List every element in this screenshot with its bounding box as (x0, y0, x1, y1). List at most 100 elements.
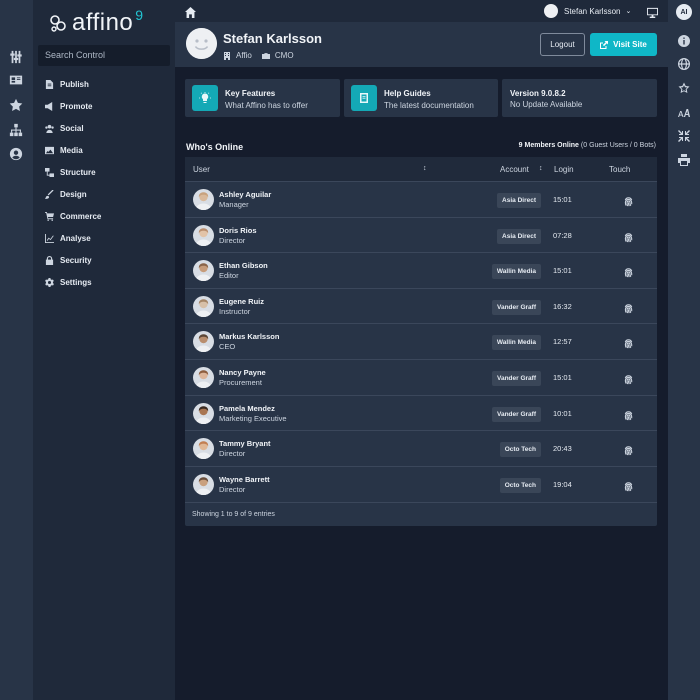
left-icon-rail (0, 0, 33, 700)
sort-icon[interactable]: ↕ (423, 165, 427, 172)
user-name: Pamela Mendez (219, 403, 275, 413)
user-role: Director (219, 484, 246, 494)
lightbulb-icon (192, 85, 218, 111)
sidebar-item-structure[interactable]: Structure (33, 161, 175, 183)
account-badge[interactable]: Asia Direct (497, 228, 541, 244)
fingerprint-icon[interactable] (623, 194, 634, 207)
sidebar-item-analyse[interactable]: Analyse (33, 227, 175, 249)
monitor-icon[interactable] (647, 5, 658, 19)
help-guides-card[interactable]: Help Guides The latest documentation (344, 79, 498, 117)
fingerprint-icon[interactable] (623, 372, 634, 385)
fingerprint-icon[interactable] (623, 443, 634, 456)
table-row[interactable]: Tammy Bryant Director Octo Tech 20:43 (185, 430, 657, 466)
sliders-icon[interactable] (8, 49, 24, 65)
sitemap-icon[interactable] (8, 122, 24, 138)
sidebar-item-commerce[interactable]: Commerce (33, 205, 175, 227)
fingerprint-icon[interactable] (623, 301, 634, 314)
briefcase-icon (261, 52, 270, 60)
sidebar-item-settings[interactable]: Settings (33, 271, 175, 293)
structure-icon (44, 167, 54, 177)
table-row[interactable]: Pamela Mendez Marketing Executive Vander G… (185, 394, 657, 431)
logo-mark-icon (50, 15, 66, 32)
book-icon (351, 85, 377, 111)
account-badge[interactable]: Vander Graff (491, 299, 541, 315)
text-size-icon[interactable] (677, 106, 691, 120)
user-circle-icon[interactable] (8, 146, 24, 162)
user-name: Eugene Ruiz (219, 296, 265, 306)
logo-text: affino (72, 9, 134, 36)
profile-role: CMO (274, 51, 294, 60)
user-role: Editor (219, 271, 239, 281)
table-row[interactable]: Ethan Gibson Editor Wallin Media 15:01 (185, 252, 657, 288)
table-row[interactable]: Wayne Barrett Director Octo Tech 19:04 (185, 465, 657, 502)
star-outline-icon[interactable] (677, 81, 691, 95)
user-name: Markus Karlsson (219, 332, 280, 342)
avatar (193, 260, 214, 282)
account-badge[interactable]: Vander Graff (491, 406, 541, 422)
sidebar-item-label: Design (60, 189, 87, 199)
fingerprint-icon[interactable] (623, 265, 634, 278)
user-name: Ashley Aguilar (219, 190, 272, 199)
table-row[interactable]: Nancy Payne Procurement Vander Graff 15:01 (185, 359, 657, 395)
account-badge[interactable]: Vander Graff (491, 371, 541, 386)
user-role: Procurement (219, 378, 262, 387)
sidebar-item-media[interactable]: Media (33, 139, 175, 161)
info-icon[interactable] (677, 34, 691, 48)
user-menu[interactable]: Stefan Karlsson ⌄ (544, 3, 631, 19)
user-name: Wayne Barrett (219, 474, 270, 484)
login-time: 20:43 (553, 444, 572, 454)
fingerprint-icon[interactable] (623, 336, 634, 349)
table-row[interactable]: Ashley Aguilar Manager Asia Direct 15:01 (185, 181, 657, 217)
lock-icon (44, 255, 54, 265)
fingerprint-icon[interactable] (623, 408, 634, 420)
affino-logo[interactable]: affino 9 (49, 7, 144, 38)
logo-version: 9 (135, 7, 144, 23)
sidebar-item-social[interactable]: Social (33, 117, 175, 139)
account-badge[interactable]: Asia Direct (497, 193, 541, 208)
key-features-card[interactable]: Key Features What Affino has to offer (185, 79, 340, 117)
column-header-account[interactable]: Account (500, 165, 529, 174)
avatar (193, 473, 214, 495)
fingerprint-icon[interactable] (623, 479, 634, 492)
logout-button[interactable]: Logout (540, 33, 585, 56)
user-role: Director (219, 235, 246, 245)
table-row[interactable]: Eugene Ruiz Instructor Vander Graff 16:32 (185, 287, 657, 324)
fingerprint-icon[interactable] (623, 230, 634, 242)
ai-badge-icon[interactable]: AI (676, 4, 692, 20)
sidebar-item-design[interactable]: Design (33, 183, 175, 205)
home-icon[interactable] (185, 5, 196, 18)
sort-icon[interactable]: ↕ (539, 165, 543, 172)
print-icon[interactable] (677, 153, 691, 167)
table-row[interactable]: Doris Rios Director Asia Direct 07:28 (185, 216, 657, 253)
whos-online-title: Who's Online (186, 142, 244, 152)
account-badge[interactable]: Octo Tech (499, 442, 541, 458)
sidebar-item-promote[interactable]: Promote (33, 95, 175, 117)
whos-online-table: User ↕ Account ↕ Login Touch Ashley Agui… (185, 157, 657, 526)
avatar (193, 402, 214, 424)
login-time: 16:32 (553, 301, 572, 311)
compress-icon[interactable] (677, 129, 691, 143)
sidebar-item-publish[interactable]: Publish (33, 73, 175, 95)
column-header-login[interactable]: Login (554, 165, 574, 174)
sidebar-item-label: Settings (60, 277, 92, 287)
sidebar-item-security[interactable]: Security (33, 249, 175, 271)
id-card-icon[interactable] (8, 72, 24, 88)
account-badge[interactable]: Wallin Media (491, 335, 541, 351)
right-icon-rail: AI (668, 0, 700, 700)
avatar (193, 189, 214, 210)
sidebar-item-label: Commerce (60, 211, 102, 221)
account-badge[interactable]: Octo Tech (499, 477, 541, 493)
search-control-input[interactable] (38, 45, 170, 66)
login-time: 15:01 (553, 195, 572, 204)
chevron-down-icon: ⌄ (625, 8, 632, 15)
file-icon (44, 79, 54, 89)
account-badge[interactable]: Wallin Media (491, 264, 541, 280)
members-count-detail: (0 Guest Users / 0 Bots) (580, 142, 656, 149)
globe-icon[interactable] (677, 57, 691, 71)
user-name: Nancy Payne (219, 368, 266, 377)
star-icon[interactable] (8, 97, 24, 113)
sidebar-item-label: Social (60, 123, 84, 133)
visit-site-button[interactable]: Visit Site (590, 33, 657, 56)
column-header-user[interactable]: User (193, 165, 210, 174)
table-row[interactable]: Markus Karlsson CEO Wallin Media 12:57 (185, 323, 657, 359)
